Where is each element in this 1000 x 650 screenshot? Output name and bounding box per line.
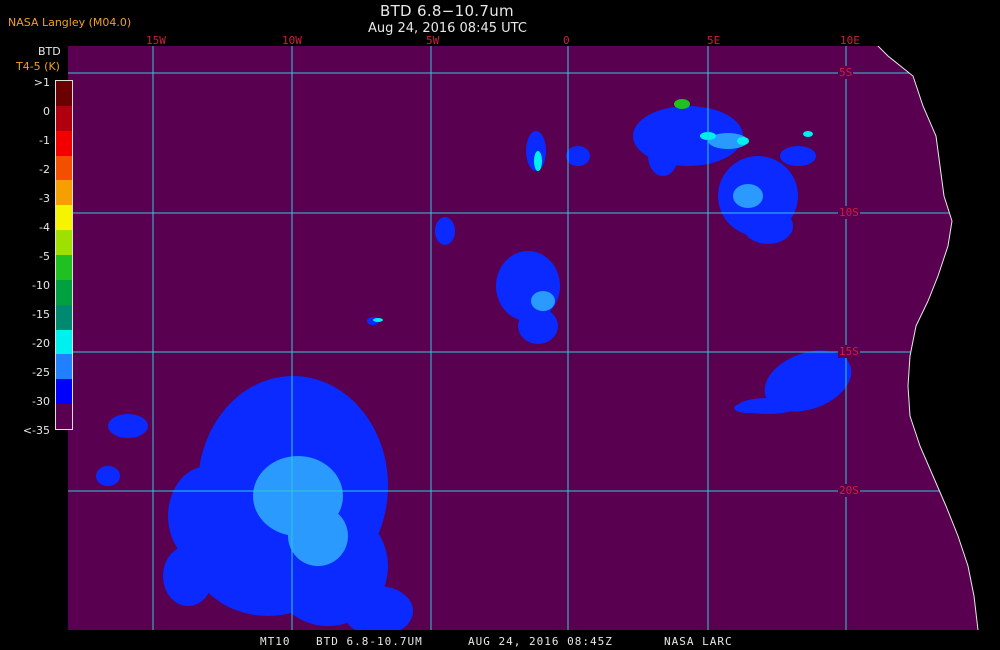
color-bar-swatch — [56, 255, 72, 280]
legend-tick-label: -25 — [32, 366, 50, 379]
source-label: NASA Langley (M04.0) — [8, 16, 132, 29]
color-bar-swatch — [56, 81, 72, 106]
color-bar-swatch — [56, 279, 72, 305]
legend-tick-label: -20 — [32, 337, 50, 350]
color-bar-swatch — [56, 304, 72, 330]
legend-tick-label: -1 — [39, 134, 50, 147]
color-bar-swatch — [56, 329, 72, 355]
color-bar-swatch — [56, 180, 72, 206]
color-bar-swatch — [56, 205, 72, 231]
lon-label-10e: 10E — [840, 34, 860, 47]
color-bar-swatch — [56, 130, 72, 156]
footer-satellite: MT10 — [260, 635, 291, 648]
legend-tick-label: -10 — [32, 279, 50, 292]
legend-tick-label: 0 — [43, 105, 50, 118]
lat-label-10s: 10S — [838, 206, 860, 219]
legend-tick-label: <-35 — [22, 424, 50, 437]
lon-label-10w: 10W — [282, 34, 302, 47]
lat-label-15s: 15S — [838, 345, 860, 358]
legend-tick-label: -3 — [39, 192, 50, 205]
color-bar-swatch — [56, 155, 72, 181]
legend-tick-label: -4 — [39, 221, 50, 234]
lat-label-20s: 20S — [838, 484, 860, 497]
footer-datetime: AUG 24, 2016 08:45Z — [468, 635, 613, 648]
lon-label-5w: 5W — [426, 34, 440, 47]
legend-title: BTD — [38, 45, 61, 58]
color-bar-swatch — [56, 354, 72, 380]
legend-tick-label: -15 — [32, 308, 50, 321]
satellite-map — [68, 46, 986, 630]
legend-tick-label: >1 — [33, 76, 50, 89]
legend-tick-label: -30 — [32, 395, 50, 408]
legend-tick-label: -2 — [39, 163, 50, 176]
product-title: BTD 6.8−10.7um — [380, 2, 514, 20]
lon-label-5e: 5E — [707, 34, 721, 47]
footer-product: BTD 6.8-10.7UM — [316, 635, 423, 648]
lon-label-0: 0 — [563, 34, 570, 47]
lat-label-5s: 5S — [838, 66, 854, 79]
color-bar-swatch — [56, 404, 72, 430]
footer-agency: NASA LARC — [664, 635, 733, 648]
cloud-warm-spots — [674, 99, 690, 109]
color-bar-swatch — [56, 379, 72, 405]
lon-label-15w: 15W — [146, 34, 166, 47]
color-bar-swatch — [56, 105, 72, 131]
timestamp-subtitle: Aug 24, 2016 08:45 UTC — [368, 21, 527, 36]
color-bar-swatch — [56, 230, 72, 256]
legend-unit: T4-5 (K) — [16, 60, 60, 73]
footer-bar: MT10 BTD 6.8-10.7UM AUG 24, 2016 08:45Z … — [0, 632, 1000, 650]
color-bar — [55, 80, 73, 430]
legend-tick-label: -5 — [39, 250, 50, 263]
